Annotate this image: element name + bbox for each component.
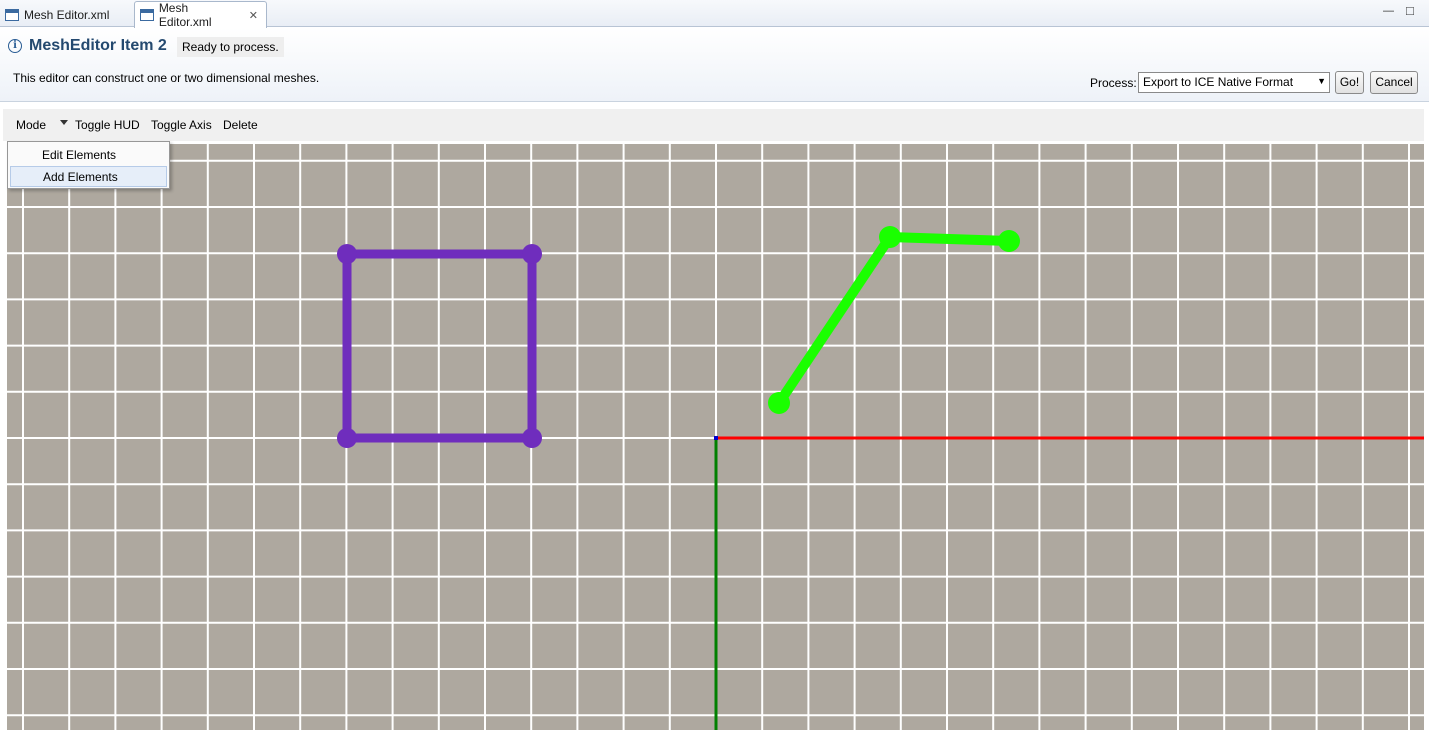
menu-item-add-elements[interactable]: Add Elements xyxy=(10,166,167,187)
vertex-handle[interactable] xyxy=(522,244,542,264)
go-button[interactable]: Go! xyxy=(1335,71,1364,94)
polyline-edges[interactable] xyxy=(774,232,1010,406)
form-description: This editor can construct one or two dim… xyxy=(13,71,320,85)
file-icon xyxy=(140,9,154,21)
page-title: MeshEditor Item 2 xyxy=(29,37,167,54)
vertex-handle[interactable] xyxy=(768,392,790,414)
mode-button[interactable]: Mode xyxy=(16,118,46,132)
tab-label: Mesh Editor.xml xyxy=(24,7,110,22)
menu-item-edit-elements[interactable]: Edit Elements xyxy=(10,144,167,165)
file-icon xyxy=(5,8,19,21)
process-select-value: Export to ICE Native Format xyxy=(1143,75,1294,89)
info-icon: i xyxy=(8,39,22,53)
process-select[interactable]: Export to ICE Native Format ▼ xyxy=(1138,72,1330,93)
editor-tab-bar: Mesh Editor.xml Mesh Editor.xml ✕ — □ xyxy=(0,0,1429,29)
process-label: Process: xyxy=(1090,76,1137,90)
vertex-handle[interactable] xyxy=(998,230,1020,252)
mesh-viewport[interactable] xyxy=(7,144,1424,730)
mode-menu: Edit Elements Add Elements xyxy=(7,141,170,189)
delete-button[interactable]: Delete xyxy=(223,118,258,132)
axis-origin xyxy=(714,436,718,440)
chevron-down-icon: ▼ xyxy=(1317,76,1326,86)
tab-label: Mesh Editor.xml xyxy=(158,1,212,29)
toggle-hud-button[interactable]: Toggle HUD xyxy=(75,118,140,132)
tab-mesh-editor-1[interactable]: Mesh Editor.xml xyxy=(0,2,132,27)
vertex-handle[interactable] xyxy=(337,428,357,448)
vertex-handle[interactable] xyxy=(337,244,357,264)
status-badge: Ready to process. xyxy=(177,37,284,57)
close-icon[interactable]: ✕ xyxy=(249,9,258,22)
vertex-handle[interactable] xyxy=(522,428,542,448)
tab-mesh-editor-2[interactable]: Mesh Editor.xml ✕ xyxy=(134,1,267,29)
maximize-icon[interactable]: □ xyxy=(1406,3,1414,18)
toggle-axis-button[interactable]: Toggle Axis xyxy=(151,118,212,132)
minimize-icon[interactable]: — xyxy=(1383,5,1394,17)
cancel-button[interactable]: Cancel xyxy=(1370,71,1418,94)
vertex-handle[interactable] xyxy=(879,226,901,248)
mesh-toolbar: Mode Toggle HUD Toggle Axis Delete xyxy=(3,109,1424,141)
mesh-canvas[interactable] xyxy=(7,144,1424,730)
dropdown-arrow-icon[interactable] xyxy=(60,120,68,125)
form-header: i MeshEditor Item 2 Ready to process. Th… xyxy=(0,28,1429,102)
